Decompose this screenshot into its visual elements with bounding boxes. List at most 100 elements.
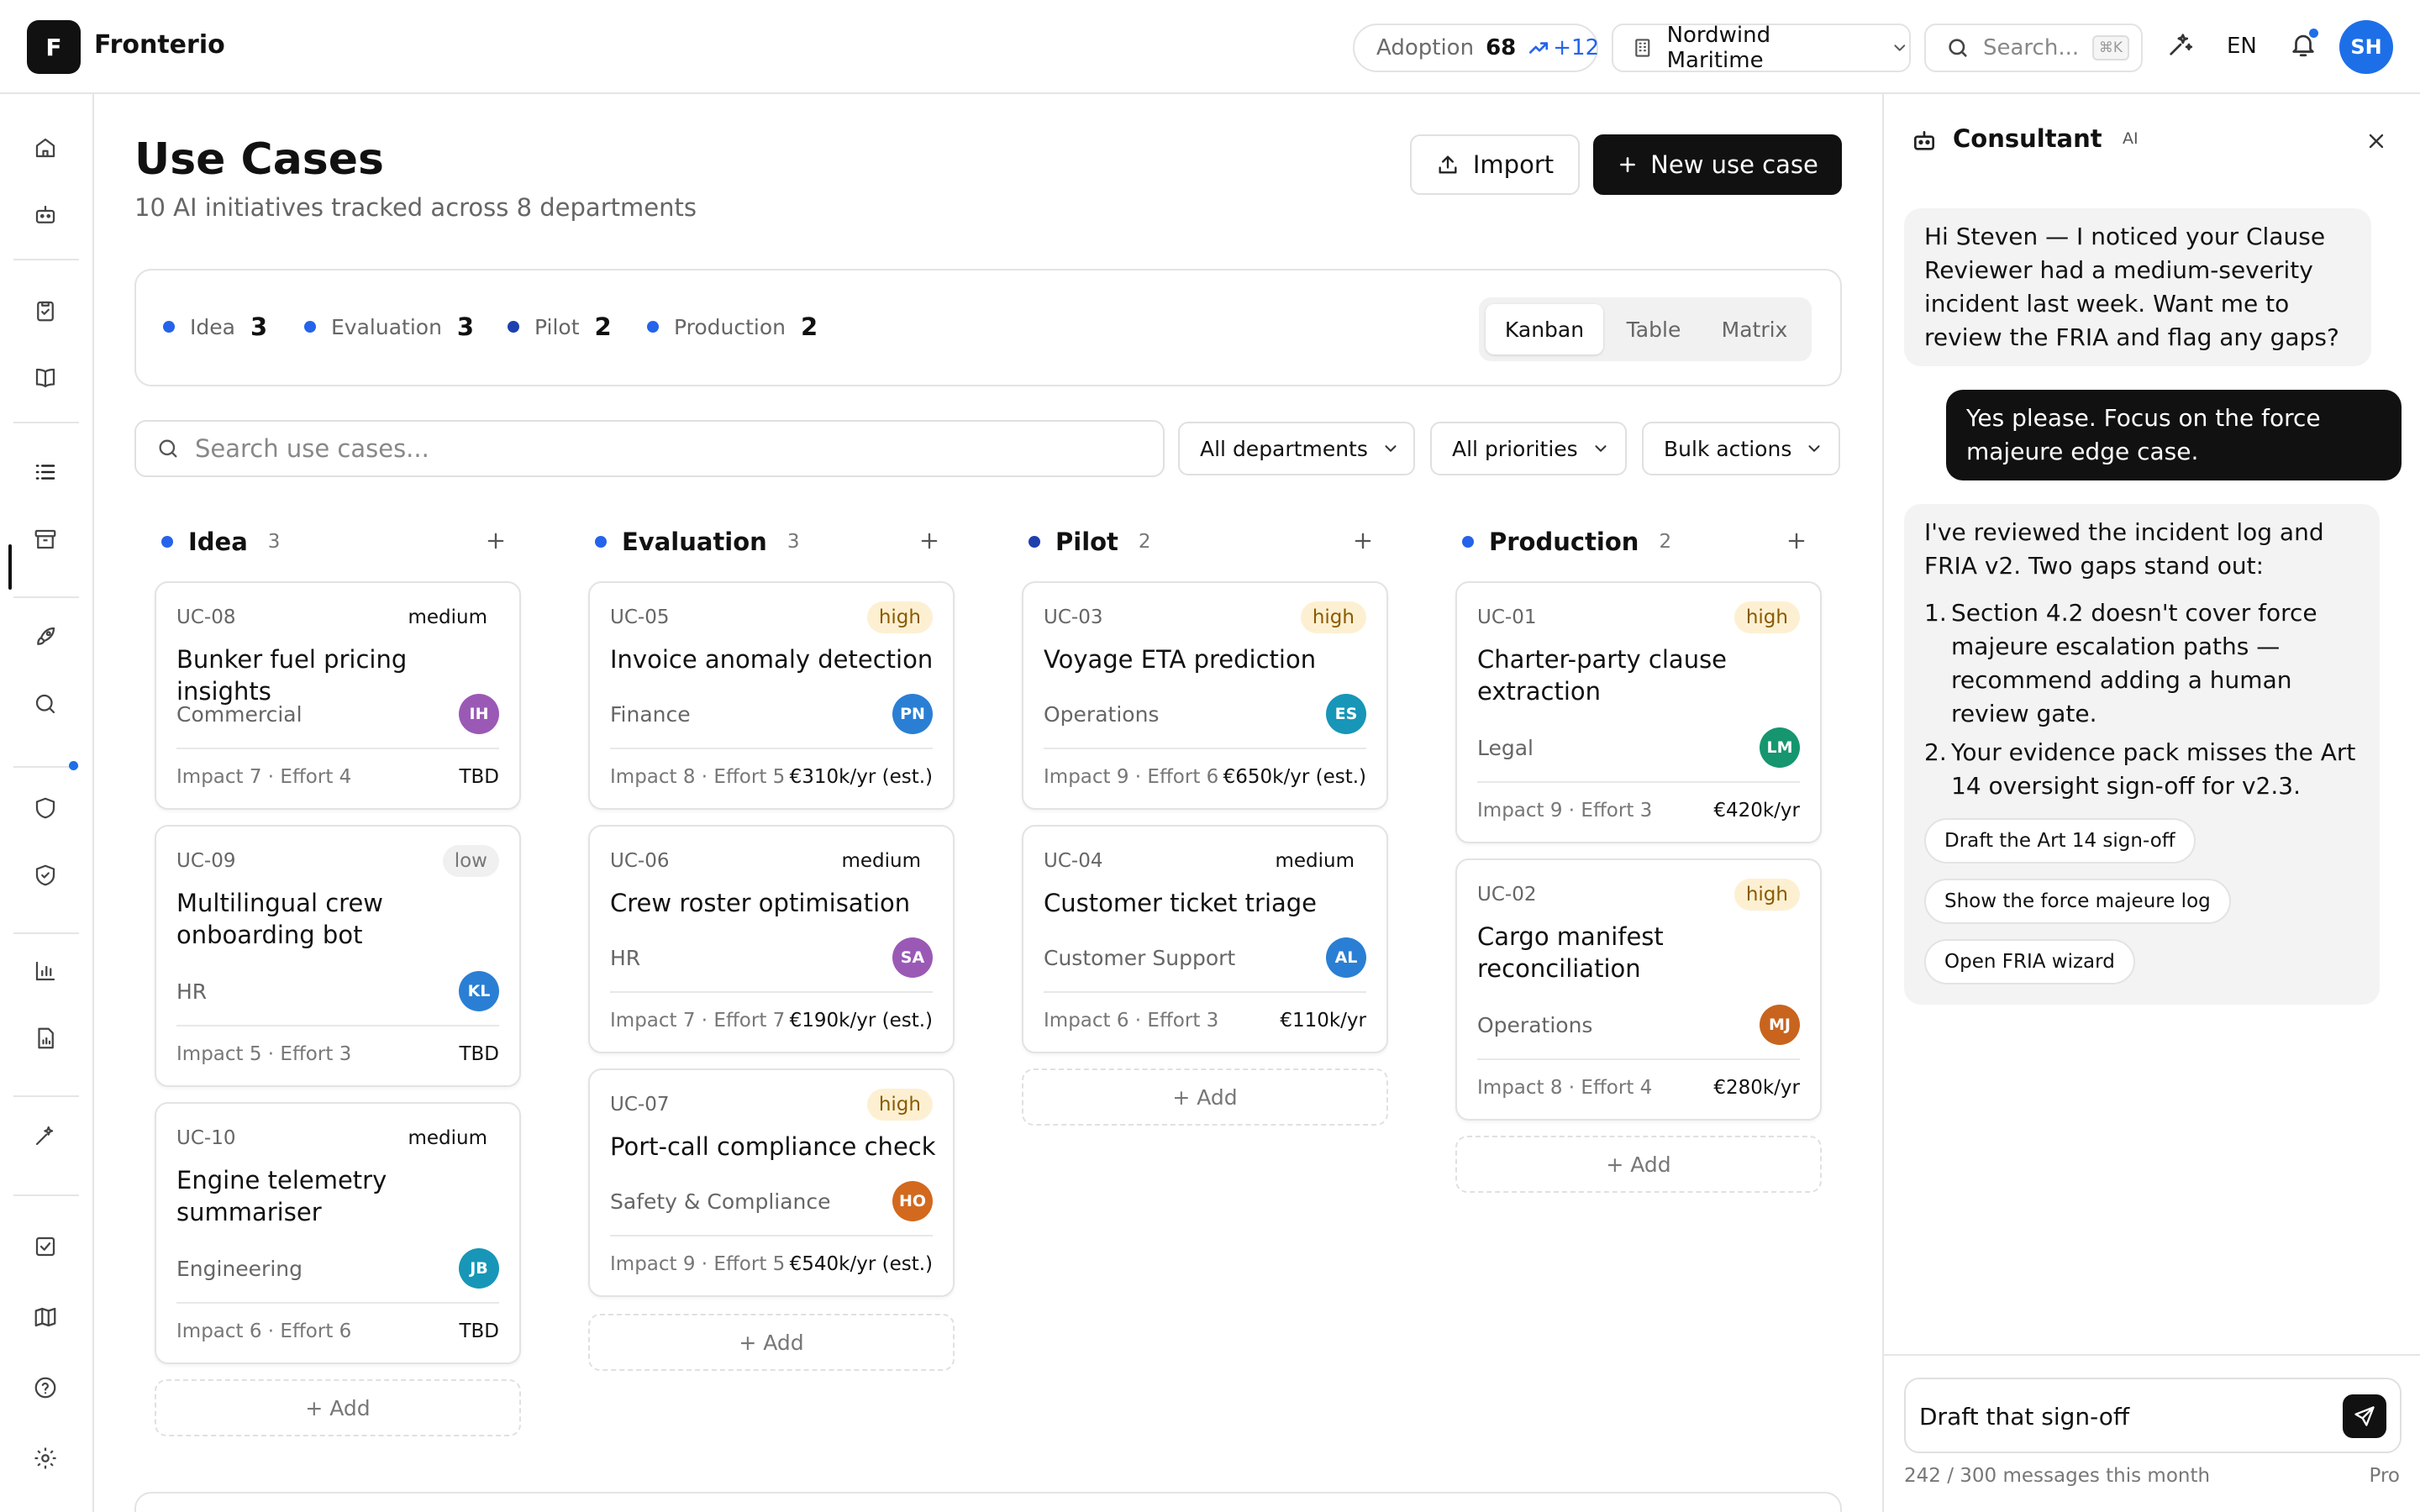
rocket-icon[interactable] xyxy=(29,620,62,654)
bar-chart-icon[interactable] xyxy=(29,954,62,988)
priority-badge: high xyxy=(866,601,933,633)
card-impact-effort: Impact 8 · Effort 4 xyxy=(1477,1077,1653,1099)
suggestion-chip[interactable]: Open FRIA wizard xyxy=(1924,939,2135,984)
card-value: TBD xyxy=(459,766,499,788)
user-avatar[interactable]: SH xyxy=(2339,20,2393,74)
book-icon[interactable] xyxy=(29,361,62,395)
view-tab-kanban[interactable]: Kanban xyxy=(1486,304,1603,354)
priority-badge: medium xyxy=(408,1127,487,1149)
priority-badge: high xyxy=(1733,601,1800,633)
shield-check-icon[interactable] xyxy=(29,858,62,892)
use-case-card[interactable]: UC-08 medium Bunker fuel pricing insight… xyxy=(155,581,521,810)
card-id: UC-09 xyxy=(176,850,236,872)
close-icon[interactable] xyxy=(2365,129,2388,153)
stage-dot xyxy=(163,321,175,333)
adoption-score[interactable]: Adoption 68 +12 xyxy=(1353,24,1599,72)
task-check-icon[interactable] xyxy=(29,1230,62,1263)
column-header-production: Production 2 xyxy=(1455,522,1822,561)
settings-gear-icon[interactable] xyxy=(29,1441,62,1475)
language-switch[interactable]: EN xyxy=(2227,34,2257,59)
archive-icon[interactable] xyxy=(29,522,62,556)
card-value: €650k/yr (est.) xyxy=(1223,766,1366,788)
card-id: UC-04 xyxy=(1044,850,1103,872)
priority-filter[interactable]: All priorities xyxy=(1430,422,1627,475)
add-card-button[interactable]: + Add xyxy=(1455,1136,1822,1193)
stage-dot xyxy=(595,536,607,548)
sidebar-divider xyxy=(13,596,79,598)
global-search[interactable]: Search... ⌘K xyxy=(1924,24,2143,72)
add-card-plus-icon[interactable] xyxy=(1785,529,1808,553)
card-value: €190k/yr (est.) xyxy=(789,1010,933,1032)
bulk-actions-dropdown[interactable]: Bulk actions xyxy=(1642,422,1840,475)
adoption-label: Adoption xyxy=(1376,35,1475,60)
robot-icon[interactable] xyxy=(29,198,62,232)
report-icon[interactable] xyxy=(29,1021,62,1055)
add-card-button[interactable]: + Add xyxy=(155,1379,521,1436)
add-card-plus-icon[interactable] xyxy=(918,529,941,553)
stat-idea[interactable]: Idea 3 xyxy=(163,312,267,341)
use-case-card[interactable]: UC-06 medium Crew roster optimisation HR… xyxy=(588,825,955,1053)
app-logo[interactable]: F xyxy=(27,20,81,74)
upload-icon xyxy=(1439,155,1457,174)
use-case-card[interactable]: UC-05 high Invoice anomaly detection Fin… xyxy=(588,581,955,810)
use-case-card[interactable]: UC-01 high Charter-party clause extracti… xyxy=(1455,581,1822,843)
consultant-panel: Consultant AI Hi Steven — I noticed your… xyxy=(1882,94,2420,1512)
use-case-card[interactable]: UC-03 high Voyage ETA prediction Operati… xyxy=(1022,581,1388,810)
import-button[interactable]: Import xyxy=(1410,134,1580,195)
list-icon[interactable] xyxy=(29,455,62,489)
use-case-card[interactable]: UC-07 high Port-call compliance check Sa… xyxy=(588,1068,955,1297)
ai-sparkle-icon[interactable] xyxy=(2166,30,2195,59)
card-impact-effort: Impact 6 · Effort 6 xyxy=(176,1320,352,1342)
clipboard-check-icon[interactable] xyxy=(29,294,62,328)
add-card-button[interactable]: + Add xyxy=(1022,1068,1388,1126)
magic-wand-icon[interactable] xyxy=(29,1119,62,1152)
gap-item: 1. Section 4.2 doesn't cover force majeur… xyxy=(1924,599,2317,727)
owner-avatar: PN xyxy=(892,694,933,734)
card-title: Charter-party clause extraction xyxy=(1477,645,1728,706)
search-icon[interactable] xyxy=(29,687,62,721)
map-icon[interactable] xyxy=(29,1300,62,1334)
notifications-bell-icon[interactable] xyxy=(2289,29,2318,59)
org-switcher[interactable]: Nordwind Maritime xyxy=(1612,23,1911,73)
gap-item: 2. Your evidence pack misses the Art 14 o… xyxy=(1924,738,2356,800)
card-impact-effort: Impact 9 · Effort 5 xyxy=(610,1253,786,1275)
department-filter[interactable]: All departments xyxy=(1178,422,1415,475)
suggestion-chip[interactable]: Show the force majeure log xyxy=(1924,879,2231,924)
send-button[interactable] xyxy=(2343,1394,2386,1438)
ai-badge: AI xyxy=(2123,129,2139,148)
sidebar-divider xyxy=(13,422,79,423)
use-case-card[interactable]: UC-09 low Multilingual crew onboarding b… xyxy=(155,825,521,1087)
stage-dot xyxy=(304,321,316,333)
stat-production[interactable]: Production 2 xyxy=(647,312,818,341)
card-value: €280k/yr xyxy=(1713,1077,1800,1099)
use-case-search-input[interactable]: Search use cases... xyxy=(134,420,1165,477)
new-use-case-button[interactable]: New use case xyxy=(1593,134,1842,195)
home-icon[interactable] xyxy=(29,131,62,165)
card-department: Legal xyxy=(1477,736,1534,760)
add-card-plus-icon[interactable] xyxy=(1351,529,1375,553)
use-case-card[interactable]: UC-10 medium Engine telemetry summariser… xyxy=(155,1102,521,1364)
stage-dot xyxy=(647,321,659,333)
add-card-plus-icon[interactable] xyxy=(484,529,508,553)
assistant-message-intro: I've reviewed the incident log and FRIA … xyxy=(1924,518,2324,580)
card-id: UC-02 xyxy=(1477,884,1537,906)
owner-avatar: ES xyxy=(1326,694,1366,734)
stat-pilot[interactable]: Pilot 2 xyxy=(508,312,612,341)
chevron-down-icon xyxy=(1808,445,1820,452)
help-icon[interactable] xyxy=(29,1371,62,1404)
chevron-down-icon xyxy=(1595,445,1607,452)
message-input[interactable]: Draft that sign-off xyxy=(1904,1378,2402,1453)
building-icon xyxy=(1635,39,1650,57)
card-divider xyxy=(1477,1058,1800,1060)
suggestion-chip[interactable]: Draft the Art 14 sign-off xyxy=(1924,818,2196,864)
use-case-card[interactable]: UC-02 high Cargo manifest reconciliation… xyxy=(1455,858,1822,1121)
add-card-button[interactable]: + Add xyxy=(588,1314,955,1371)
view-tab-table[interactable]: Table xyxy=(1607,304,1701,354)
card-value: €310k/yr (est.) xyxy=(789,766,933,788)
use-case-card[interactable]: UC-04 medium Customer ticket triage Cust… xyxy=(1022,825,1388,1053)
stat-evaluation[interactable]: Evaluation 3 xyxy=(304,312,474,341)
shield-icon[interactable] xyxy=(29,791,62,825)
view-tab-matrix[interactable]: Matrix xyxy=(1704,304,1805,354)
stage-dot xyxy=(508,321,519,333)
card-divider xyxy=(1044,991,1366,993)
